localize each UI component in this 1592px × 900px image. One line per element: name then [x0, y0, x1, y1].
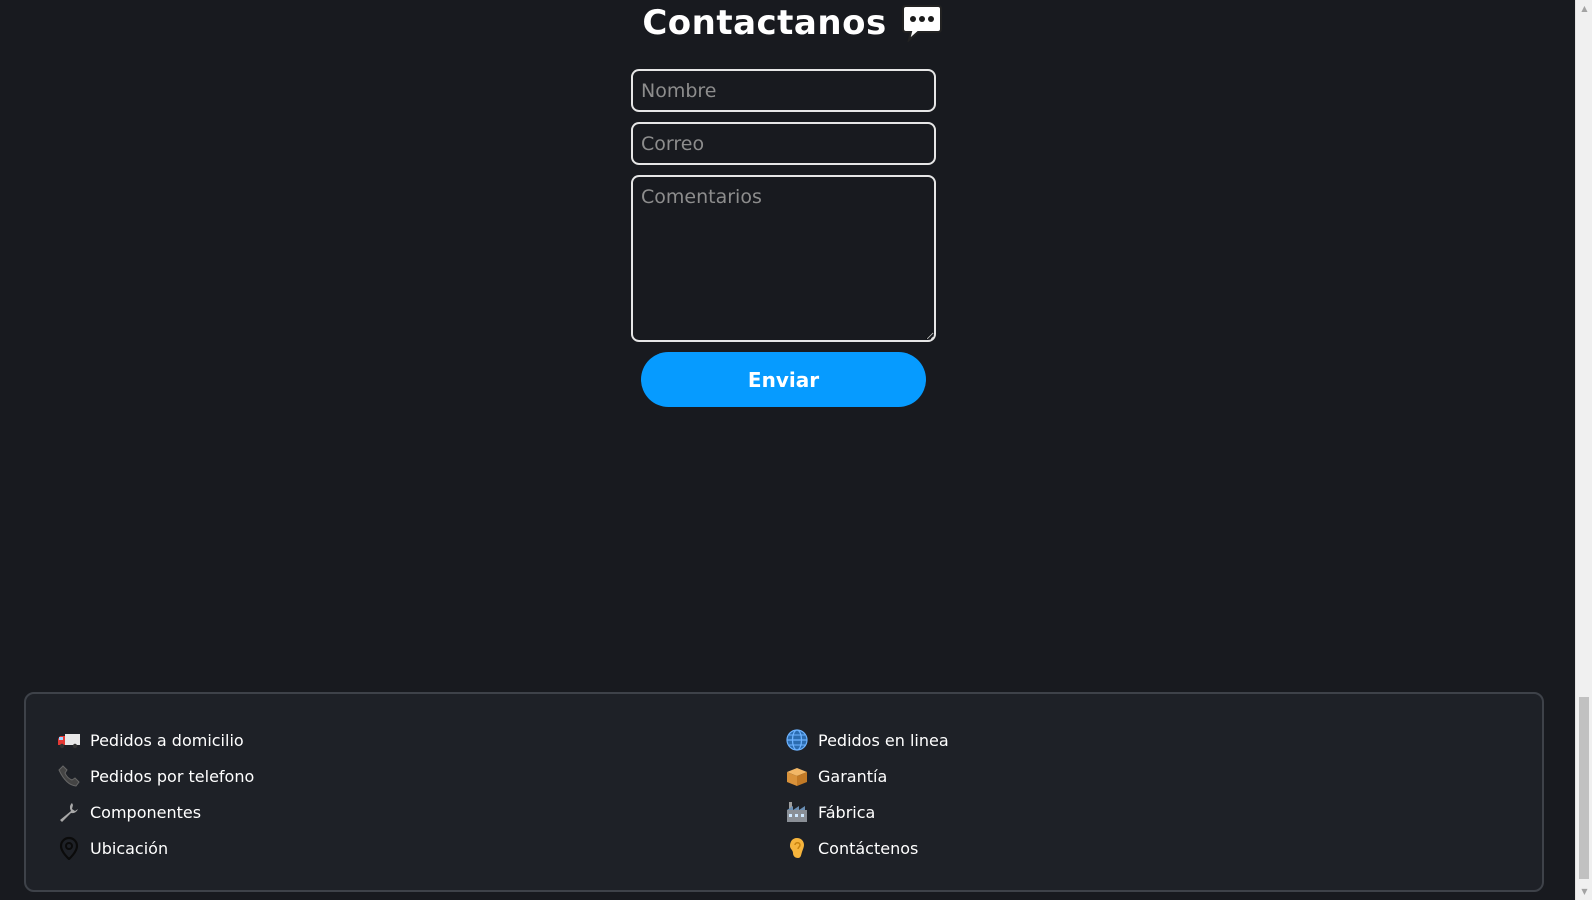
- page: Contactanos Enviar Pedidos a domicilio: [0, 0, 1575, 900]
- footer-item-label: Contáctenos: [818, 838, 919, 858]
- footer-item-label: Pedidos a domicilio: [90, 730, 244, 750]
- footer: Pedidos a domicilio Pedidos por telefono…: [24, 692, 1544, 892]
- delivery-truck-icon: [56, 727, 82, 753]
- scrollbar-thumb[interactable]: [1579, 697, 1589, 879]
- footer-item-label: Garantía: [818, 766, 888, 786]
- package-icon: [784, 763, 810, 789]
- page-title: Contactanos: [642, 3, 887, 43]
- location-pin-icon: [56, 835, 82, 861]
- scroll-down-arrow-icon[interactable]: ▼: [1576, 883, 1592, 900]
- contact-form: Enviar: [631, 69, 936, 407]
- footer-item-contact-us[interactable]: Contáctenos: [784, 830, 949, 866]
- footer-item-warranty[interactable]: Garantía: [784, 758, 949, 794]
- scroll-up-arrow-icon[interactable]: ▲: [1576, 0, 1592, 17]
- footer-item-location[interactable]: Ubicación: [56, 830, 254, 866]
- vertical-scrollbar[interactable]: ▲ ▼: [1575, 0, 1592, 900]
- speech-bubble-icon: [901, 4, 943, 43]
- footer-item-label: Pedidos por telefono: [90, 766, 255, 786]
- factory-icon: [784, 799, 810, 825]
- footer-item-label: Componentes: [90, 802, 202, 822]
- footer-item-home-delivery[interactable]: Pedidos a domicilio: [56, 722, 254, 758]
- comments-field[interactable]: [631, 175, 936, 342]
- email-field[interactable]: [631, 122, 936, 165]
- footer-item-phone-orders[interactable]: Pedidos por telefono: [56, 758, 254, 794]
- globe-icon: [784, 727, 810, 753]
- footer-item-label: Fábrica: [818, 802, 876, 822]
- footer-item-factory[interactable]: Fábrica: [784, 794, 949, 830]
- telephone-icon: [56, 763, 82, 789]
- ear-icon: [784, 835, 810, 861]
- footer-item-label: Ubicación: [90, 838, 169, 858]
- name-field[interactable]: [631, 69, 936, 112]
- footer-left-column: Pedidos a domicilio Pedidos por telefono…: [56, 722, 254, 866]
- send-button[interactable]: Enviar: [641, 352, 926, 407]
- wrench-icon: [56, 799, 82, 825]
- contact-header: Contactanos: [0, 0, 1575, 46]
- footer-item-components[interactable]: Componentes: [56, 794, 254, 830]
- footer-item-label: Pedidos en linea: [818, 730, 949, 750]
- footer-right-column: Pedidos en linea Garantía Fábrica Contác…: [784, 722, 949, 866]
- footer-item-online-orders[interactable]: Pedidos en linea: [784, 722, 949, 758]
